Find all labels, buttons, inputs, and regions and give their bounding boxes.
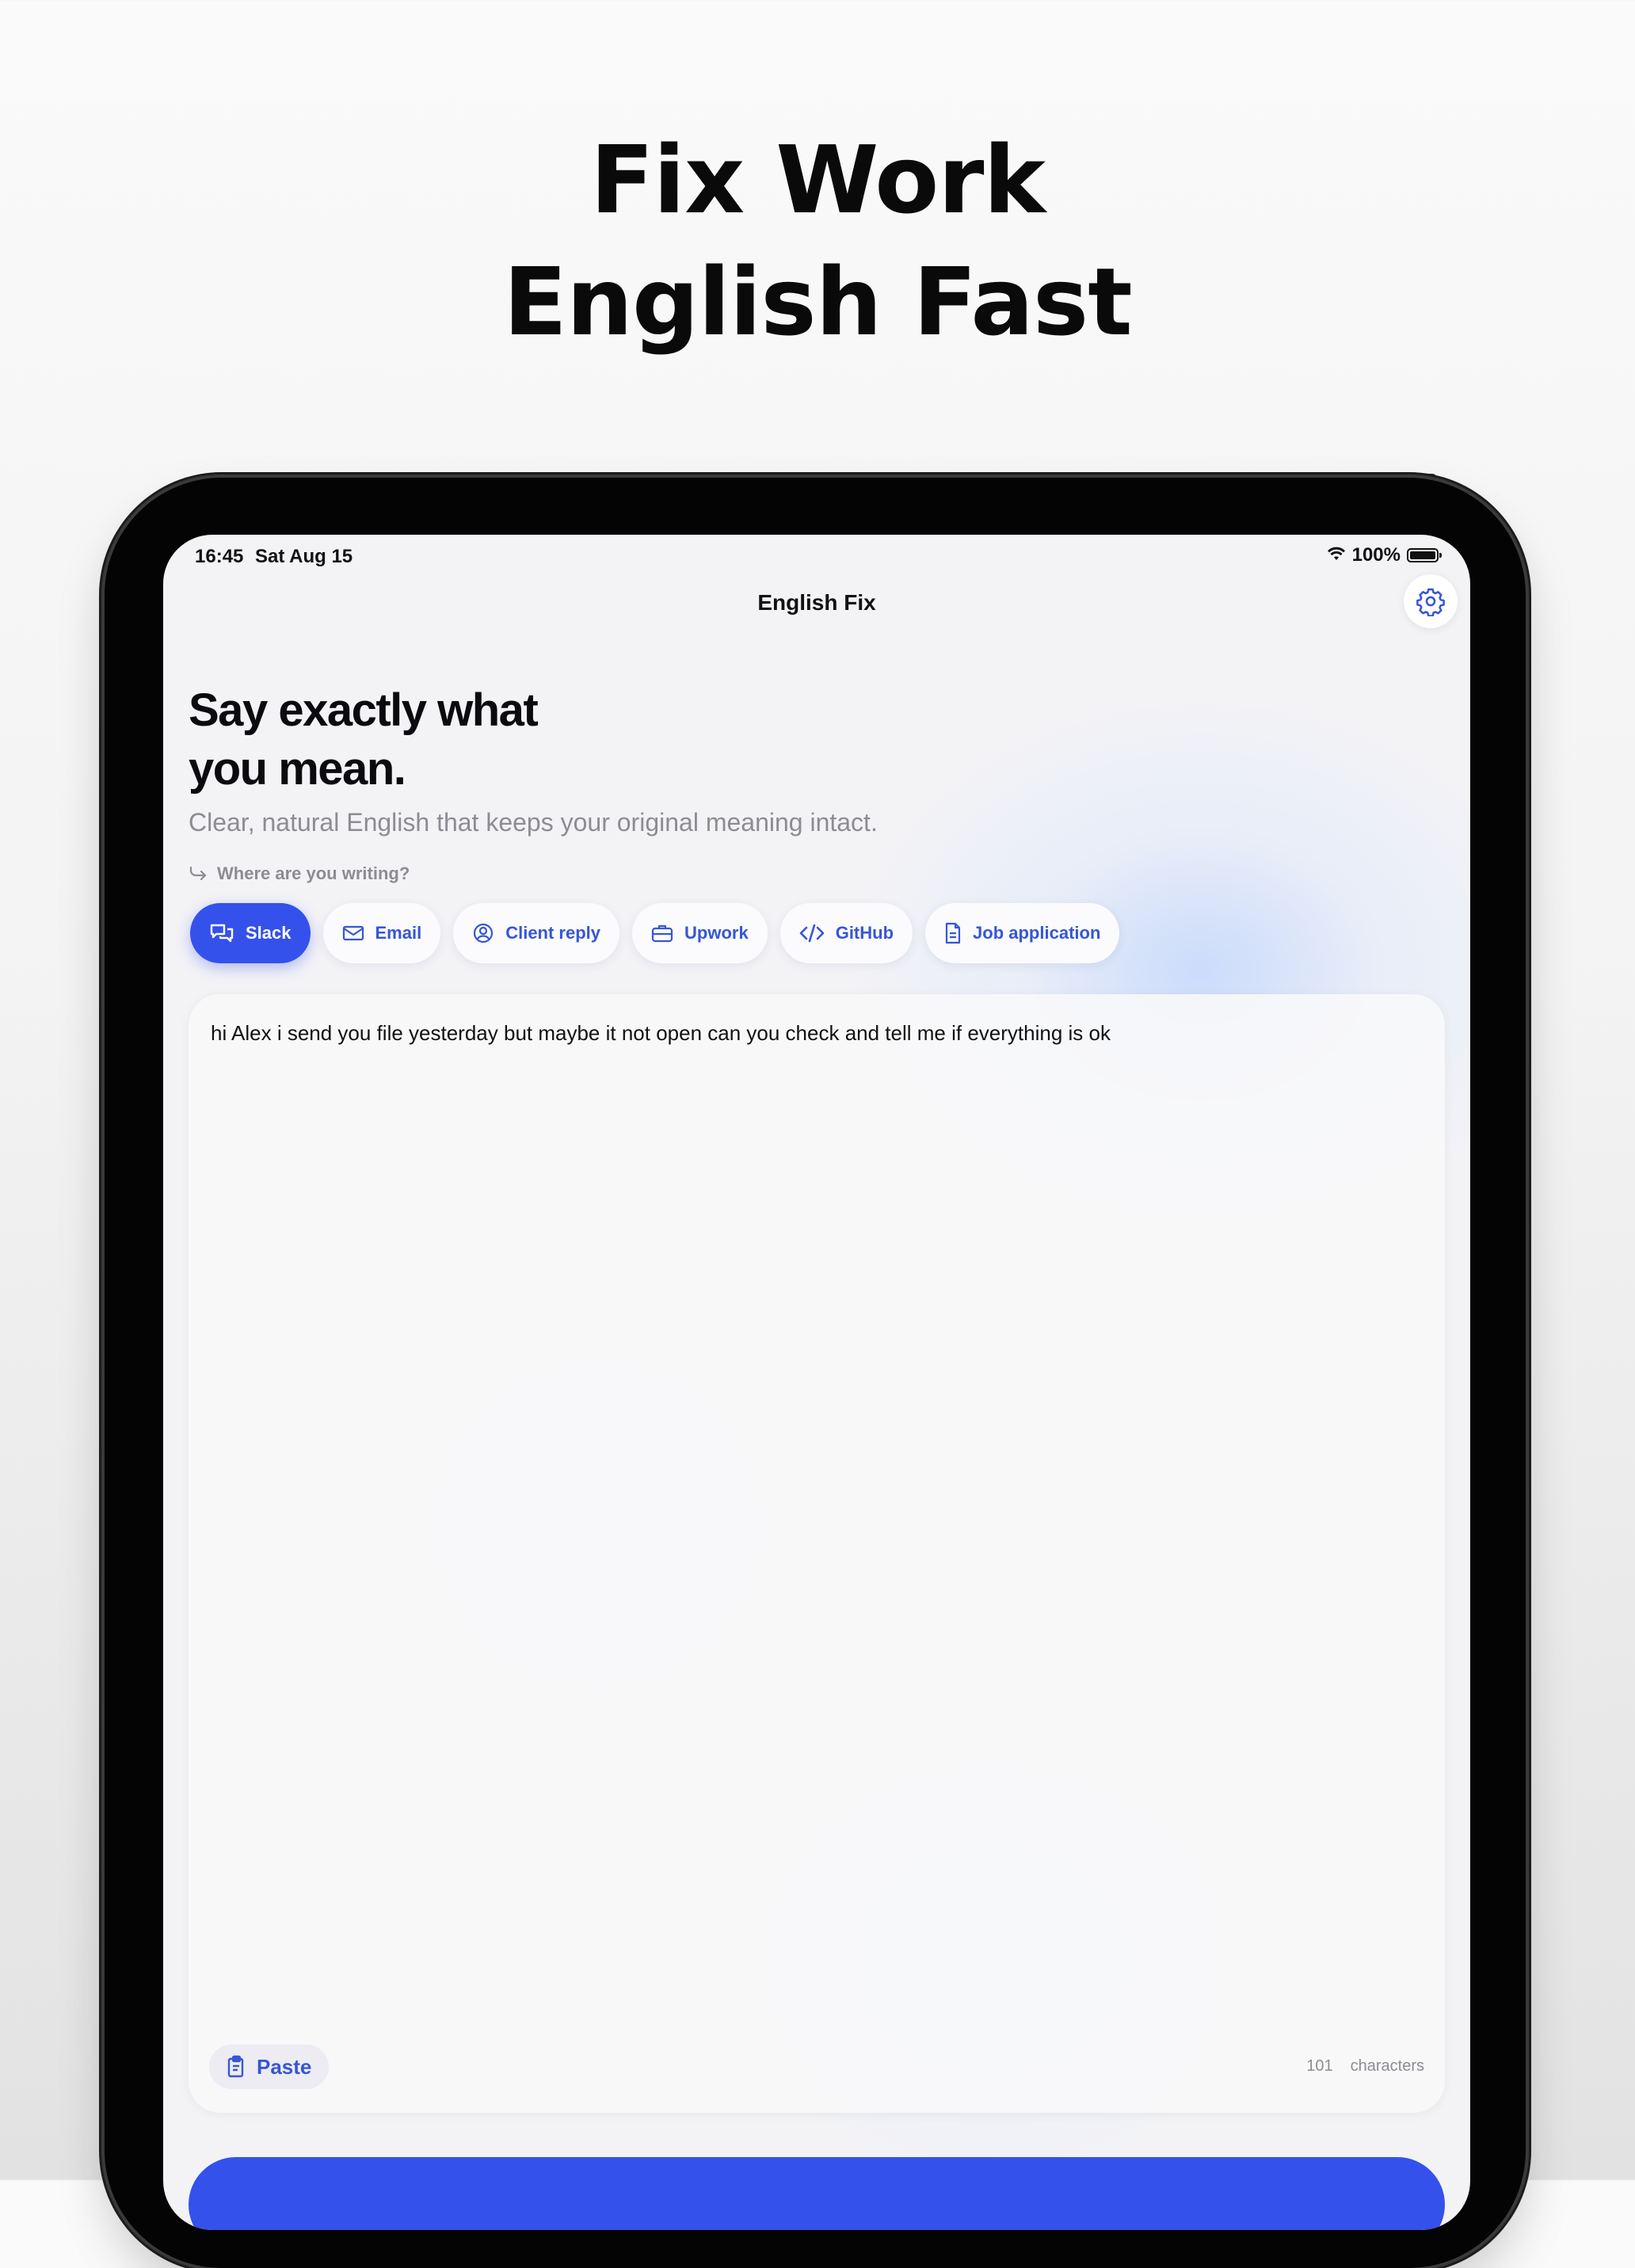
- gear-icon: [1416, 588, 1445, 616]
- chip-github[interactable]: GitHub: [779, 903, 913, 963]
- chip-job-application[interactable]: Job application: [925, 903, 1120, 963]
- chip-label: Client reply: [505, 923, 601, 943]
- status-bar: 16:45 Sat Aug 15 100%: [163, 535, 1470, 582]
- headline-line-2: English Fast: [503, 247, 1132, 356]
- battery-percent: 100%: [1351, 544, 1401, 566]
- editor-text[interactable]: hi Alex i send you file yesterday but ma…: [211, 1021, 1111, 1046]
- chip-email[interactable]: Email: [322, 903, 441, 963]
- hero-title-line-2: you mean.: [189, 743, 406, 795]
- character-count: 101 characters: [1306, 2057, 1424, 2076]
- clipboard-icon: [227, 2055, 244, 2078]
- char-count-label: characters: [1350, 2057, 1424, 2075]
- wifi-icon: [1327, 544, 1346, 566]
- code-icon: [799, 924, 825, 943]
- text-editor[interactable]: hi Alex i send you file yesterday but ma…: [189, 994, 1445, 2113]
- status-indicators: 100%: [1327, 544, 1442, 566]
- context-prompt-text: Where are you writing?: [217, 863, 410, 883]
- chip-label: Slack: [246, 923, 292, 943]
- chip-label: Upwork: [684, 923, 749, 943]
- status-time: 16:45: [195, 546, 244, 567]
- hero-title: Say exactly what you mean.: [189, 681, 539, 799]
- chip-slack[interactable]: Slack: [190, 903, 311, 963]
- nav-title: English Fix: [757, 590, 876, 615]
- primary-action-button[interactable]: [189, 2157, 1445, 2230]
- envelope-icon: [342, 925, 364, 941]
- context-chips: Slack Email Client reply Upwork GitHub J…: [190, 903, 1120, 963]
- chip-upwork[interactable]: Upwork: [632, 903, 768, 963]
- context-prompt: Where are you writing?: [189, 863, 410, 884]
- person-chat-icon: [474, 923, 494, 943]
- forward-arrow-icon: [189, 866, 207, 881]
- chip-label: Job application: [973, 923, 1101, 943]
- marketing-headline: Fix Work English Fast: [0, 119, 1635, 363]
- char-count-value: 101: [1306, 2057, 1333, 2075]
- chip-client-reply[interactable]: Client reply: [453, 903, 620, 963]
- paste-button[interactable]: Paste: [209, 2045, 330, 2089]
- headline-line-1: Fix Work: [590, 125, 1046, 234]
- settings-button[interactable]: [1404, 574, 1458, 628]
- status-date: Sat Aug 15: [255, 546, 353, 567]
- battery-icon: [1407, 548, 1442, 562]
- hero-subtitle: Clear, natural English that keeps your o…: [189, 808, 878, 837]
- document-icon: [945, 922, 961, 944]
- app-screen: 16:45 Sat Aug 15 100% English Fix Say ex…: [163, 535, 1470, 2230]
- hero-title-line-1: Say exactly what: [189, 684, 539, 736]
- chip-label: Email: [375, 923, 422, 943]
- chip-label: GitHub: [835, 923, 894, 943]
- paste-label: Paste: [257, 2054, 312, 2079]
- chat-bubbles-icon: [210, 924, 234, 943]
- briefcase-icon: [651, 924, 673, 943]
